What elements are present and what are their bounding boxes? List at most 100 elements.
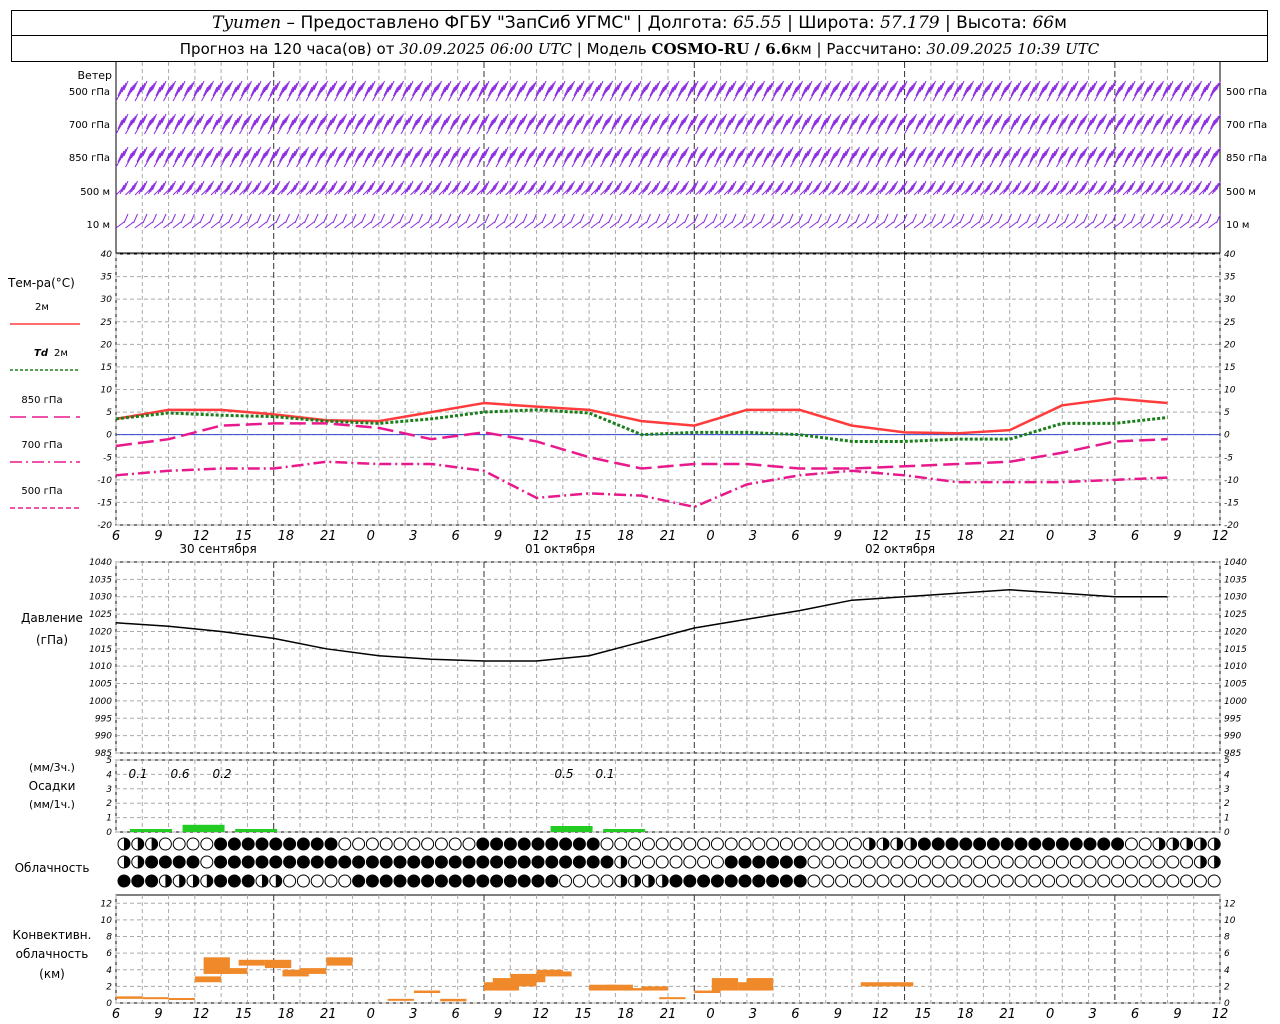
wind-barb [856, 80, 870, 102]
cloud-circle [766, 837, 780, 851]
conv-ytick-left: 6 [106, 949, 112, 959]
cloud-symbol [572, 855, 586, 869]
cloud-circle [172, 837, 186, 851]
cloud-symbol [531, 874, 545, 888]
conv-bar [711, 978, 739, 991]
cloud-circle [448, 874, 462, 888]
temp-ytick-left: 40 [101, 250, 113, 260]
wind-barb-flag [655, 213, 661, 224]
cloud-symbol [227, 874, 241, 888]
cloud-symbol [1124, 874, 1138, 888]
wind-barb [552, 113, 566, 135]
wind-barb-flag [1206, 213, 1212, 224]
temp-ytick-left: 5 [106, 408, 112, 418]
wind-barb-flag [864, 213, 870, 224]
cloud-symbol [172, 837, 186, 851]
bottom-x-tick: 12 [193, 1007, 210, 1022]
cloud-symbol [614, 837, 628, 851]
cloud-circle [145, 855, 159, 869]
cloud-circle [310, 837, 324, 851]
wind-barb-shaft [723, 221, 733, 229]
pressure-ytick-right: 1020 [1224, 627, 1247, 637]
temp-ytick-right: 0 [1224, 431, 1230, 441]
cloud-circle [835, 837, 849, 851]
cloud-circle [1042, 837, 1056, 851]
wind-barb [951, 80, 965, 102]
wind-barb-flag [218, 213, 224, 224]
wind-barb [856, 113, 870, 135]
wind-barb [600, 113, 613, 135]
conv-ytick-right: 10 [1224, 916, 1236, 926]
cloud-circle [904, 874, 918, 888]
wind-level-label: 500 гПа [69, 87, 110, 98]
cloud-circle [724, 837, 738, 851]
wind-barb-flag [845, 213, 851, 224]
wind-barb-flag [256, 213, 262, 224]
cloud-symbol [393, 855, 407, 869]
cloud-symbol [586, 855, 600, 869]
wind-barb-shaft [685, 221, 695, 229]
wind-barb [514, 113, 528, 135]
cloud-symbol [1042, 874, 1056, 888]
wind-barb [372, 113, 385, 135]
wind-barb-shaft [828, 221, 837, 229]
temp-legend-label: 2м [35, 302, 49, 313]
precip-bar [550, 826, 593, 832]
wind-barb [324, 113, 338, 135]
cloud-symbol [214, 855, 228, 869]
cloud-circle [1083, 855, 1097, 869]
cloud-symbol [1152, 837, 1166, 851]
temp-ytick-right: 20 [1224, 340, 1236, 350]
cloud-circle [1138, 855, 1152, 869]
wind-barb [951, 113, 965, 135]
cloud-circle [1055, 837, 1069, 851]
wind-level-label-right: 700 гПа [1226, 120, 1267, 131]
wind-barb-flag [304, 213, 309, 224]
wind-barb [685, 146, 699, 168]
wind-barb [448, 80, 461, 102]
wind-barb-flag [161, 213, 167, 224]
cloud-circle [986, 874, 1000, 888]
wind-barb [505, 146, 518, 168]
cloud-symbol [296, 855, 310, 869]
cloud-symbol [1083, 855, 1097, 869]
cloud-symbol [476, 874, 490, 888]
wind-barb [581, 146, 594, 168]
wind-barb [676, 146, 689, 168]
wind-barb-shaft [619, 221, 628, 229]
temp-ytick-right: 10 [1224, 386, 1236, 396]
wind-barb [942, 146, 955, 168]
cloud-symbol [1152, 874, 1166, 888]
cloud-half [896, 838, 903, 850]
cloud-symbol [669, 837, 683, 851]
cloud-circle [973, 855, 987, 869]
wind-barb-shaft [258, 221, 267, 229]
pressure-ytick-left: 1025 [89, 610, 112, 620]
wind-barb [761, 80, 775, 102]
cloud-symbol [1138, 837, 1152, 851]
cloud-circle [407, 837, 421, 851]
wind-barb [543, 80, 556, 102]
conv-bar [116, 996, 143, 999]
wind-barb-shaft [410, 221, 419, 229]
cloud-circle [1069, 855, 1083, 869]
cloud-half [124, 838, 130, 850]
cloud-symbol [752, 874, 766, 888]
cloud-circle [531, 874, 545, 888]
bottom-x-tick: 0 [367, 1007, 375, 1022]
cloud-half [137, 838, 144, 850]
wind-barb-shaft [1179, 221, 1189, 229]
wind-barb [1094, 113, 1107, 135]
cloud-symbol [421, 837, 435, 851]
wind-level-label: 10 м [87, 220, 110, 231]
wind-barb [647, 113, 661, 135]
precip-bar [182, 824, 225, 832]
cloud-circle [766, 874, 780, 888]
wind-barb-shaft [951, 221, 961, 229]
cloud-circle [752, 874, 766, 888]
wind-barb [1018, 146, 1031, 168]
wind-barb [476, 80, 490, 102]
cloud-symbol [807, 855, 821, 869]
wind-barb [619, 113, 632, 135]
wind-barb [163, 80, 176, 102]
